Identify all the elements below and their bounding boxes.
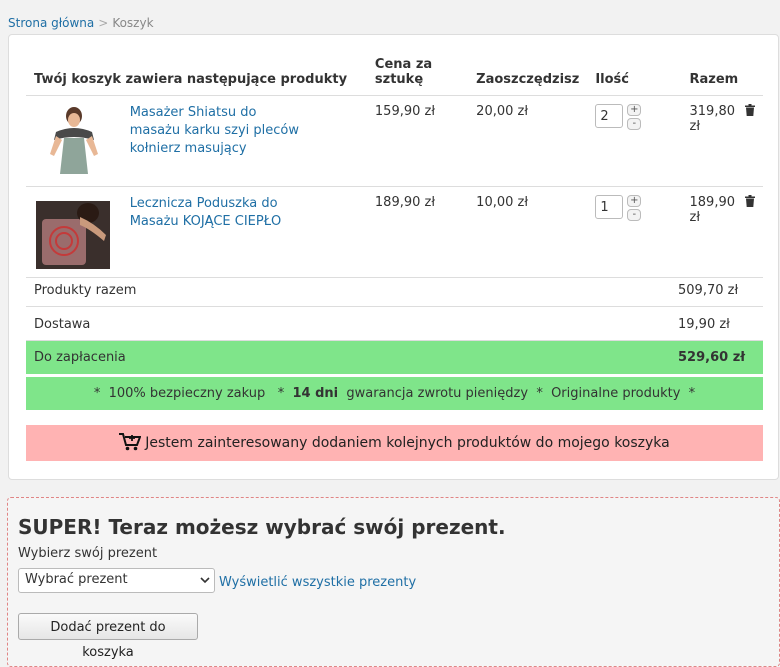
- guarantee-days: 14 dni: [292, 386, 339, 401]
- summary-products-row: Produkty razem 509,70 zł: [26, 274, 763, 307]
- trash-icon[interactable]: [745, 104, 755, 120]
- guarantee-star: *: [93, 386, 101, 401]
- gift-title: SUPER! Teraz możesz wybrać swój prezent.: [18, 515, 506, 539]
- gift-label: Wybierz swój prezent: [18, 546, 158, 561]
- guarantee-star: *: [536, 386, 543, 401]
- summary-pay-row: Do zapłacenia 529,60 zł: [26, 341, 763, 374]
- row-total-cell: 189,90 zł: [681, 186, 763, 278]
- cart-header-row: Twój koszyk zawiera następujące produkty…: [26, 51, 763, 96]
- product-image-pillow[interactable]: [34, 195, 112, 269]
- show-all-gifts-link[interactable]: Wyświetlić wszystkie prezenty: [219, 575, 416, 590]
- chevron-down-icon: [200, 574, 210, 589]
- guarantee-banner: * 100% bezpieczny zakup * 14 dni gwaranc…: [26, 377, 763, 410]
- cart-item-row: Lecznicza Poduszka do Masażu KOJĄCE CIEP…: [26, 186, 763, 278]
- breadcrumb-separator: >: [98, 16, 109, 30]
- product-name-link[interactable]: Lecznicza Poduszka do Masażu KOJĄCE CIEP…: [130, 195, 300, 231]
- qty-plus-button[interactable]: +: [627, 104, 642, 116]
- product-image-cell: [26, 95, 122, 187]
- cart-table: Twój koszyk zawiera następujące produkty…: [26, 51, 763, 278]
- product-image-cell: [26, 186, 122, 278]
- header-price: Cena za sztukę: [366, 51, 469, 96]
- summary-shipping-label: Dostawa: [34, 317, 91, 332]
- product-name-link[interactable]: Masażer Shiatsu do masażu karku szyi ple…: [130, 104, 300, 158]
- product-total: 189,90 zł: [689, 195, 736, 225]
- product-name-cell: Masażer Shiatsu do masażu karku szyi ple…: [121, 95, 367, 187]
- header-saved: Zaoszczędzisz: [468, 51, 588, 96]
- guarantee-star: *: [277, 386, 285, 401]
- row-total-cell: 319,80 zł: [681, 95, 763, 187]
- quantity-stepper: + -: [595, 195, 673, 221]
- qty-cell: + -: [587, 186, 682, 278]
- guarantee-secure: 100% bezpieczny zakup: [108, 386, 266, 401]
- more-products-label: Jestem zainteresowany dodaniem kolejnych…: [145, 435, 670, 451]
- product-image-shiatsu[interactable]: [34, 104, 112, 178]
- cart-item-row: Masażer Shiatsu do masażu karku szyi ple…: [26, 95, 763, 187]
- product-saved: 10,00 zł: [468, 186, 588, 278]
- product-price: 159,90 zł: [366, 95, 469, 187]
- header-qty: Ilość: [587, 51, 682, 96]
- product-saved: 20,00 zł: [468, 95, 588, 187]
- summary-shipping-row: Dostawa 19,90 zł: [26, 308, 763, 341]
- header-products: Twój koszyk zawiera następujące produkty: [26, 51, 367, 96]
- quantity-input[interactable]: [595, 195, 624, 219]
- product-name-cell: Lecznicza Poduszka do Masażu KOJĄCE CIEP…: [121, 186, 367, 278]
- summary-pay-label: Do zapłacenia: [34, 350, 126, 365]
- qty-cell: + -: [587, 95, 682, 187]
- breadcrumb-home-link[interactable]: Strona główna: [8, 16, 94, 30]
- guarantee-original: Originalne produkty: [551, 386, 681, 401]
- gift-panel: SUPER! Teraz możesz wybrać swój prezent.…: [7, 497, 780, 667]
- header-total: Razem: [681, 51, 763, 96]
- breadcrumb-current: Koszyk: [112, 16, 154, 30]
- qty-minus-button[interactable]: -: [627, 209, 642, 221]
- summary-products-value: 509,70 zł: [678, 283, 739, 298]
- more-products-button[interactable]: Jestem zainteresowany dodaniem kolejnych…: [26, 425, 763, 461]
- summary-products-label: Produkty razem: [34, 283, 137, 298]
- quantity-input[interactable]: [595, 104, 624, 128]
- qty-minus-button[interactable]: -: [627, 118, 642, 130]
- guarantee-star: *: [688, 386, 696, 401]
- summary-pay-value: 529,60 zł: [678, 350, 746, 365]
- qty-plus-button[interactable]: +: [627, 195, 642, 207]
- gift-select-value: Wybrać prezent: [25, 572, 128, 587]
- product-price: 189,90 zł: [366, 186, 469, 278]
- breadcrumb: Strona główna > Koszyk: [8, 16, 154, 30]
- quantity-stepper: + -: [595, 104, 673, 130]
- add-gift-button[interactable]: Dodać prezent do koszyka: [18, 613, 198, 660]
- trash-icon[interactable]: [745, 195, 755, 211]
- product-total: 319,80 zł: [689, 104, 736, 134]
- gift-select[interactable]: Wybrać prezent: [18, 568, 215, 593]
- guarantee-refund: gwarancja zwrotu pieniędzy: [346, 386, 529, 401]
- summary-shipping-value: 19,90 zł: [678, 317, 730, 332]
- cart-icon: [119, 433, 145, 451]
- cart-panel: Twój koszyk zawiera następujące produkty…: [8, 34, 779, 480]
